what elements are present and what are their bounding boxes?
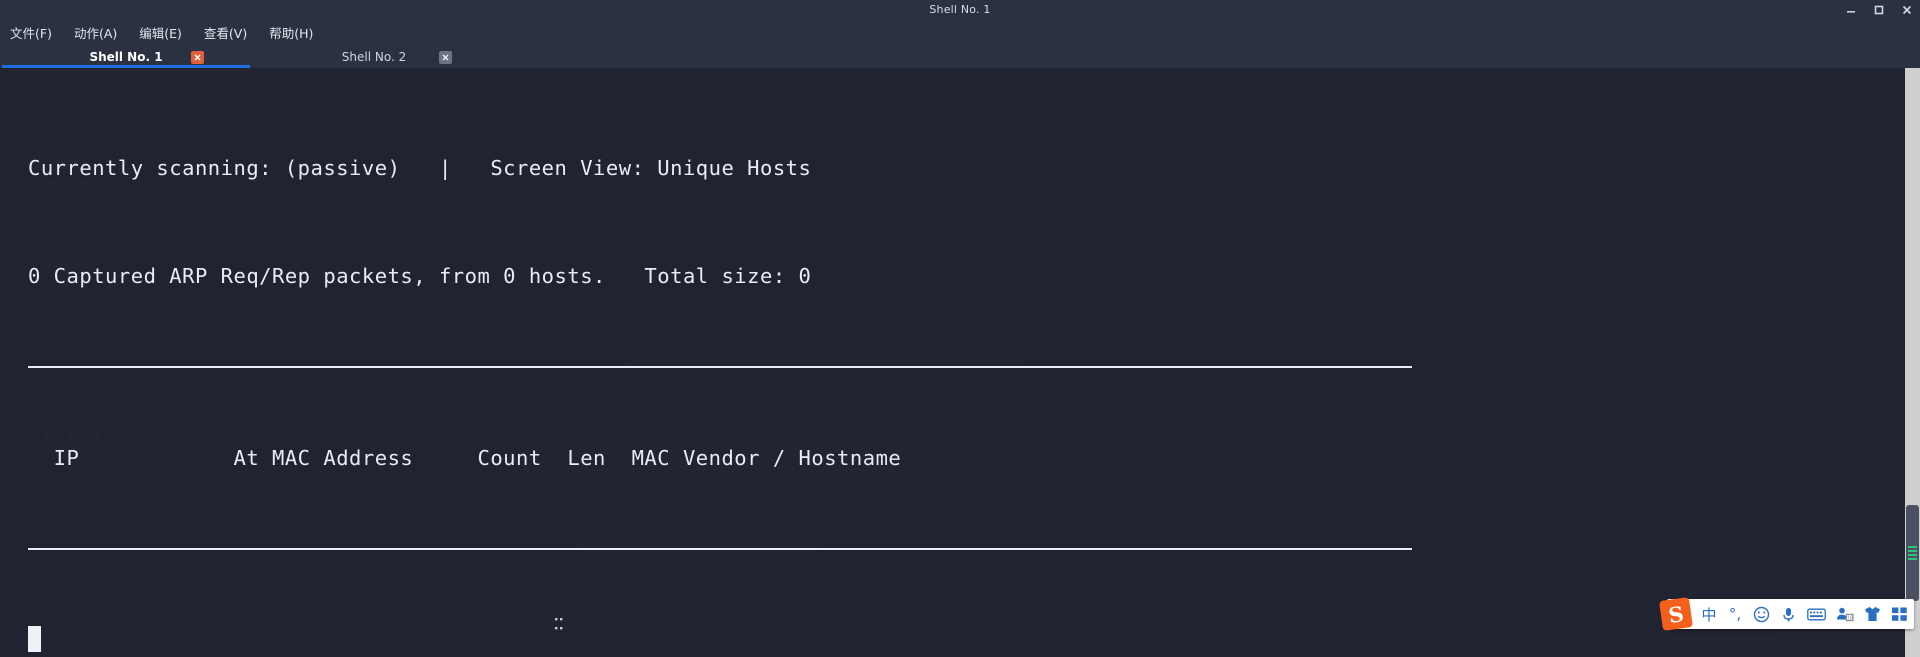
desktop-root: 文件系统 主文件夹 Kali Linux amd641 Shell No. 1 (0, 0, 1920, 657)
ime-soft-keyboard-icon[interactable] (1807, 599, 1826, 629)
close-icon[interactable] (1900, 3, 1914, 17)
maximize-icon[interactable] (1872, 3, 1886, 17)
ime-skin-shirt-icon[interactable] (1864, 599, 1881, 629)
scroll-indicator-mark (1908, 546, 1917, 548)
window-title: Shell No. 1 (929, 3, 991, 16)
menu-item-help[interactable]: 帮助(H) (269, 23, 313, 42)
netdiscover-table-header: IP At MAC Address Count Len MAC Vendor /… (28, 446, 902, 470)
tab-close-icon[interactable] (439, 51, 452, 64)
sogou-logo-icon[interactable]: S (1659, 597, 1693, 631)
table-separator-bottom (28, 548, 1412, 550)
tab-bar: Shell No. 1 Shell No. 2 (0, 46, 1920, 68)
table-separator-top (28, 366, 1412, 368)
terminal-output[interactable]: Currently scanning: (passive) | Screen V… (0, 68, 1905, 657)
ime-emoji-icon[interactable] (1753, 599, 1770, 629)
scroll-indicator-mark (1908, 554, 1917, 556)
minimize-icon[interactable] (1844, 3, 1858, 17)
ime-language-mode-icon[interactable]: 中 (1701, 599, 1717, 629)
tab-label: Shell No. 1 (89, 50, 163, 64)
tab-close-icon[interactable] (191, 51, 204, 64)
window-controls (1844, 0, 1914, 19)
window-titlebar[interactable]: Shell No. 1 (0, 0, 1920, 19)
menu-item-actions[interactable]: 动作(A) (74, 23, 117, 42)
scroll-indicator-mark (1908, 550, 1917, 552)
tab-shell-2[interactable]: Shell No. 2 (250, 46, 498, 68)
ime-app-grid-icon[interactable] (1891, 599, 1908, 629)
terminal-cursor (28, 626, 41, 652)
netdiscover-status-line: Currently scanning: (passive) | Screen V… (28, 156, 812, 180)
ime-punctuation-mode-icon[interactable]: °, (1727, 599, 1743, 629)
ime-microphone-icon[interactable] (1780, 599, 1797, 629)
menu-item-file[interactable]: 文件(F) (10, 23, 52, 42)
ime-user-profile-icon[interactable]: 18 (1836, 599, 1854, 629)
menu-bar: 文件(F) 动作(A) 编辑(E) 查看(V) 帮助(H) (0, 19, 1920, 46)
terminal-window: Shell No. 1 文件(F) 动作(A) 编辑(E) 查看(V) 帮助(H… (0, 0, 1920, 657)
ime-toolbar: S 中 °, 18 (1659, 597, 1914, 631)
terminal-scrollbar[interactable] (1905, 68, 1920, 657)
window-resize-grip[interactable] (554, 617, 564, 631)
scroll-indicator-mark (1908, 558, 1917, 560)
netdiscover-summary-line: 0 Captured ARP Req/Rep packets, from 0 h… (28, 264, 812, 288)
scrollbar-thumb[interactable] (1906, 505, 1919, 601)
menu-item-view[interactable]: 查看(V) (204, 23, 247, 42)
tab-shell-1[interactable]: Shell No. 1 (2, 46, 250, 68)
terminal-area: Currently scanning: (passive) | Screen V… (0, 68, 1920, 657)
terminal-cursor-line (0, 622, 1905, 657)
tab-label: Shell No. 2 (341, 50, 407, 64)
svg-text:18: 18 (1847, 615, 1853, 621)
menu-item-edit[interactable]: 编辑(E) (139, 23, 182, 42)
